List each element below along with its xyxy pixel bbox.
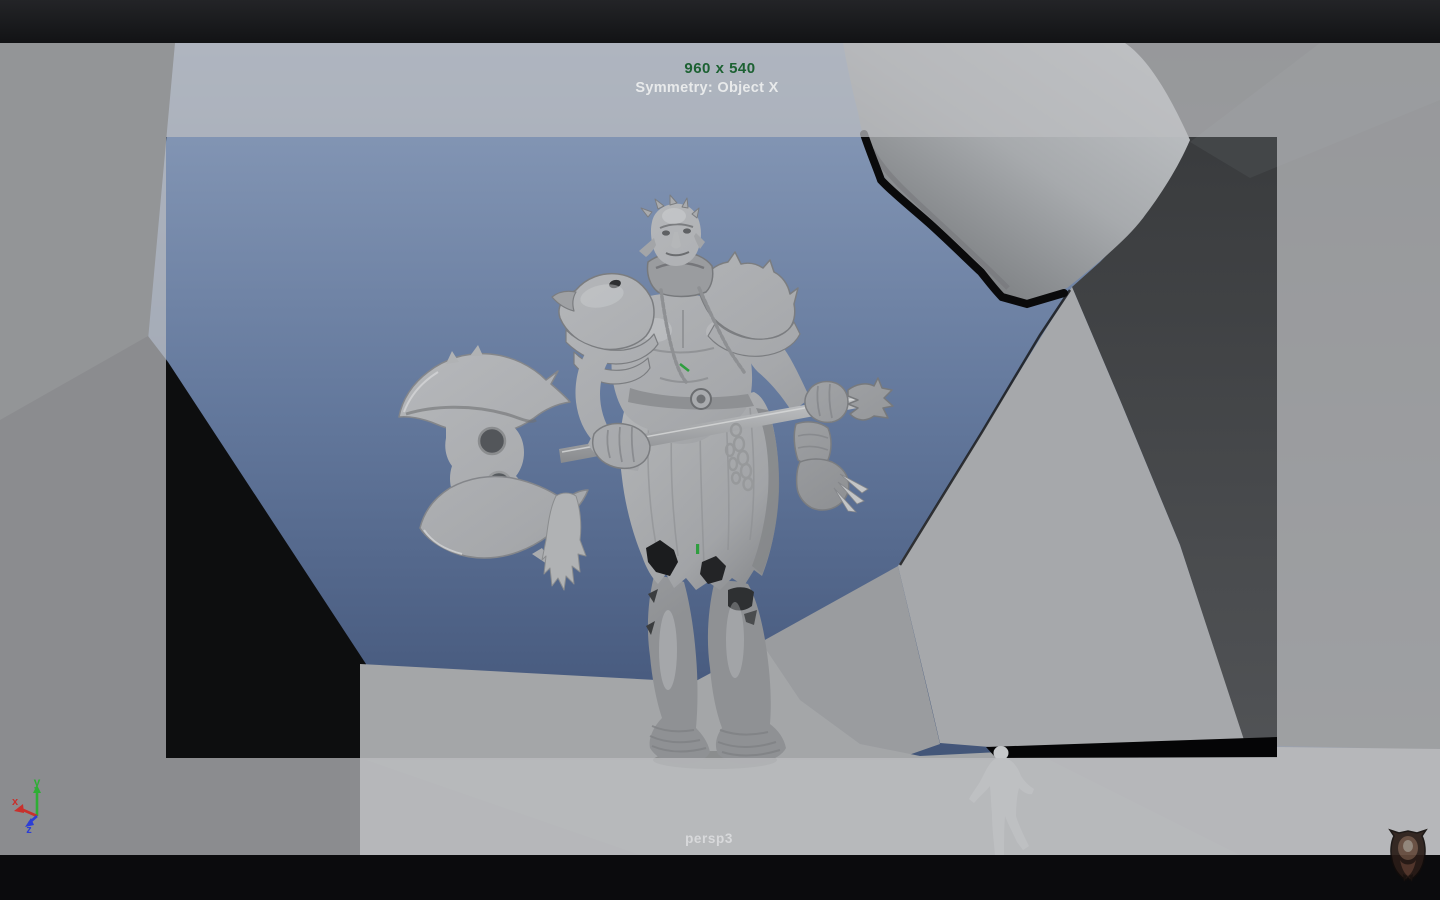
right-bracer bbox=[793, 421, 832, 466]
letterbox-top bbox=[0, 0, 1440, 43]
scalp-highlight bbox=[662, 208, 686, 224]
right-fist bbox=[804, 380, 849, 424]
axe-hole-upper bbox=[477, 426, 507, 456]
knee-highlight bbox=[726, 602, 744, 678]
letterbox-bottom bbox=[0, 855, 1440, 900]
maya-viewport-window: 960 x 540 Symmetry: Object X persp3 y x … bbox=[0, 0, 1440, 900]
eye-left bbox=[662, 230, 670, 236]
viewport-canvas[interactable]: 960 x 540 Symmetry: Object X persp3 y x … bbox=[0, 0, 1440, 900]
eye-right bbox=[683, 228, 691, 234]
axis-y-label: y bbox=[34, 775, 41, 789]
camera-label: persp3 bbox=[685, 831, 733, 846]
belt-medallion-center bbox=[696, 394, 706, 404]
selection-tick bbox=[696, 544, 700, 554]
shin-highlight bbox=[659, 610, 677, 690]
symmetry-label: Symmetry: Object X bbox=[635, 80, 778, 96]
axis-z-label: z bbox=[26, 824, 32, 836]
figure-head bbox=[993, 746, 1009, 760]
resolution-label: 960 x 540 bbox=[684, 60, 755, 77]
axis-x-label: x bbox=[12, 796, 19, 808]
